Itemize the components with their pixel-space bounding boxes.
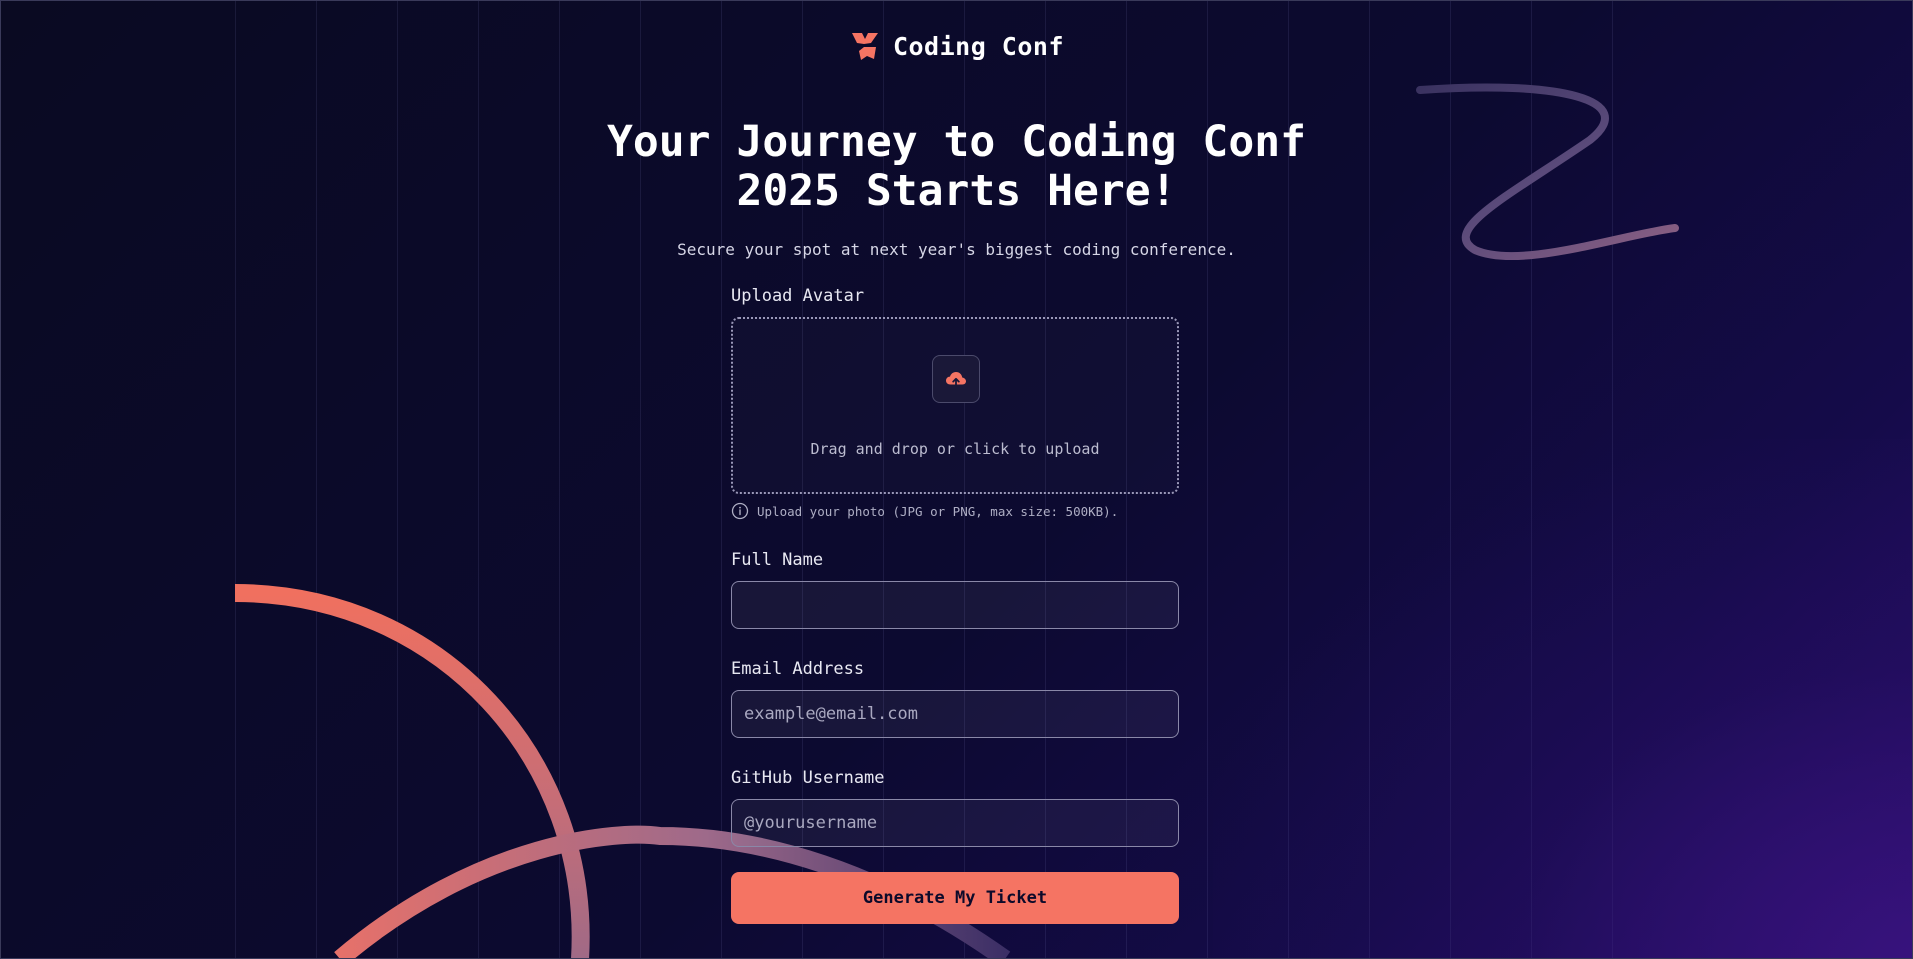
- github-username-input[interactable]: [731, 799, 1179, 847]
- full-name-input[interactable]: [731, 581, 1179, 629]
- hero: Your Journey to Coding Conf 2025 Starts …: [0, 117, 1913, 260]
- email-label: Email Address: [731, 659, 865, 679]
- github-username-label: GitHub Username: [731, 768, 885, 788]
- full-name-label: Full Name: [731, 550, 824, 570]
- email-input[interactable]: [731, 690, 1179, 738]
- generate-ticket-button[interactable]: Generate My Ticket: [731, 872, 1179, 924]
- upload-avatar-label: Upload Avatar: [731, 286, 865, 306]
- upload-icon-container: [932, 355, 980, 403]
- full-name-group: Full Name: [731, 550, 1179, 629]
- brand-name[interactable]: Coding Conf: [893, 32, 1064, 61]
- avatar-upload-dropzone[interactable]: Drag and drop or click to upload: [731, 317, 1179, 494]
- upload-hint: Upload your photo (JPG or PNG, max size:…: [731, 502, 1179, 520]
- cloud-upload-icon: [946, 372, 966, 387]
- email-group: Email Address: [731, 659, 1179, 738]
- ticket-form: Upload Avatar Drag and drop or click to …: [731, 286, 1179, 924]
- coding-conf-logo-icon: [851, 33, 878, 60]
- site-header: Coding Conf: [0, 30, 1913, 62]
- page-subtitle: Secure your spot at next year's biggest …: [677, 240, 1236, 259]
- page-title: Your Journey to Coding Conf 2025 Starts …: [607, 117, 1306, 216]
- github-group: GitHub Username: [731, 768, 1179, 847]
- info-icon: [731, 502, 749, 520]
- upload-hint-text: Upload your photo (JPG or PNG, max size:…: [757, 503, 1119, 519]
- upload-instructions: Drag and drop or click to upload: [810, 440, 1100, 458]
